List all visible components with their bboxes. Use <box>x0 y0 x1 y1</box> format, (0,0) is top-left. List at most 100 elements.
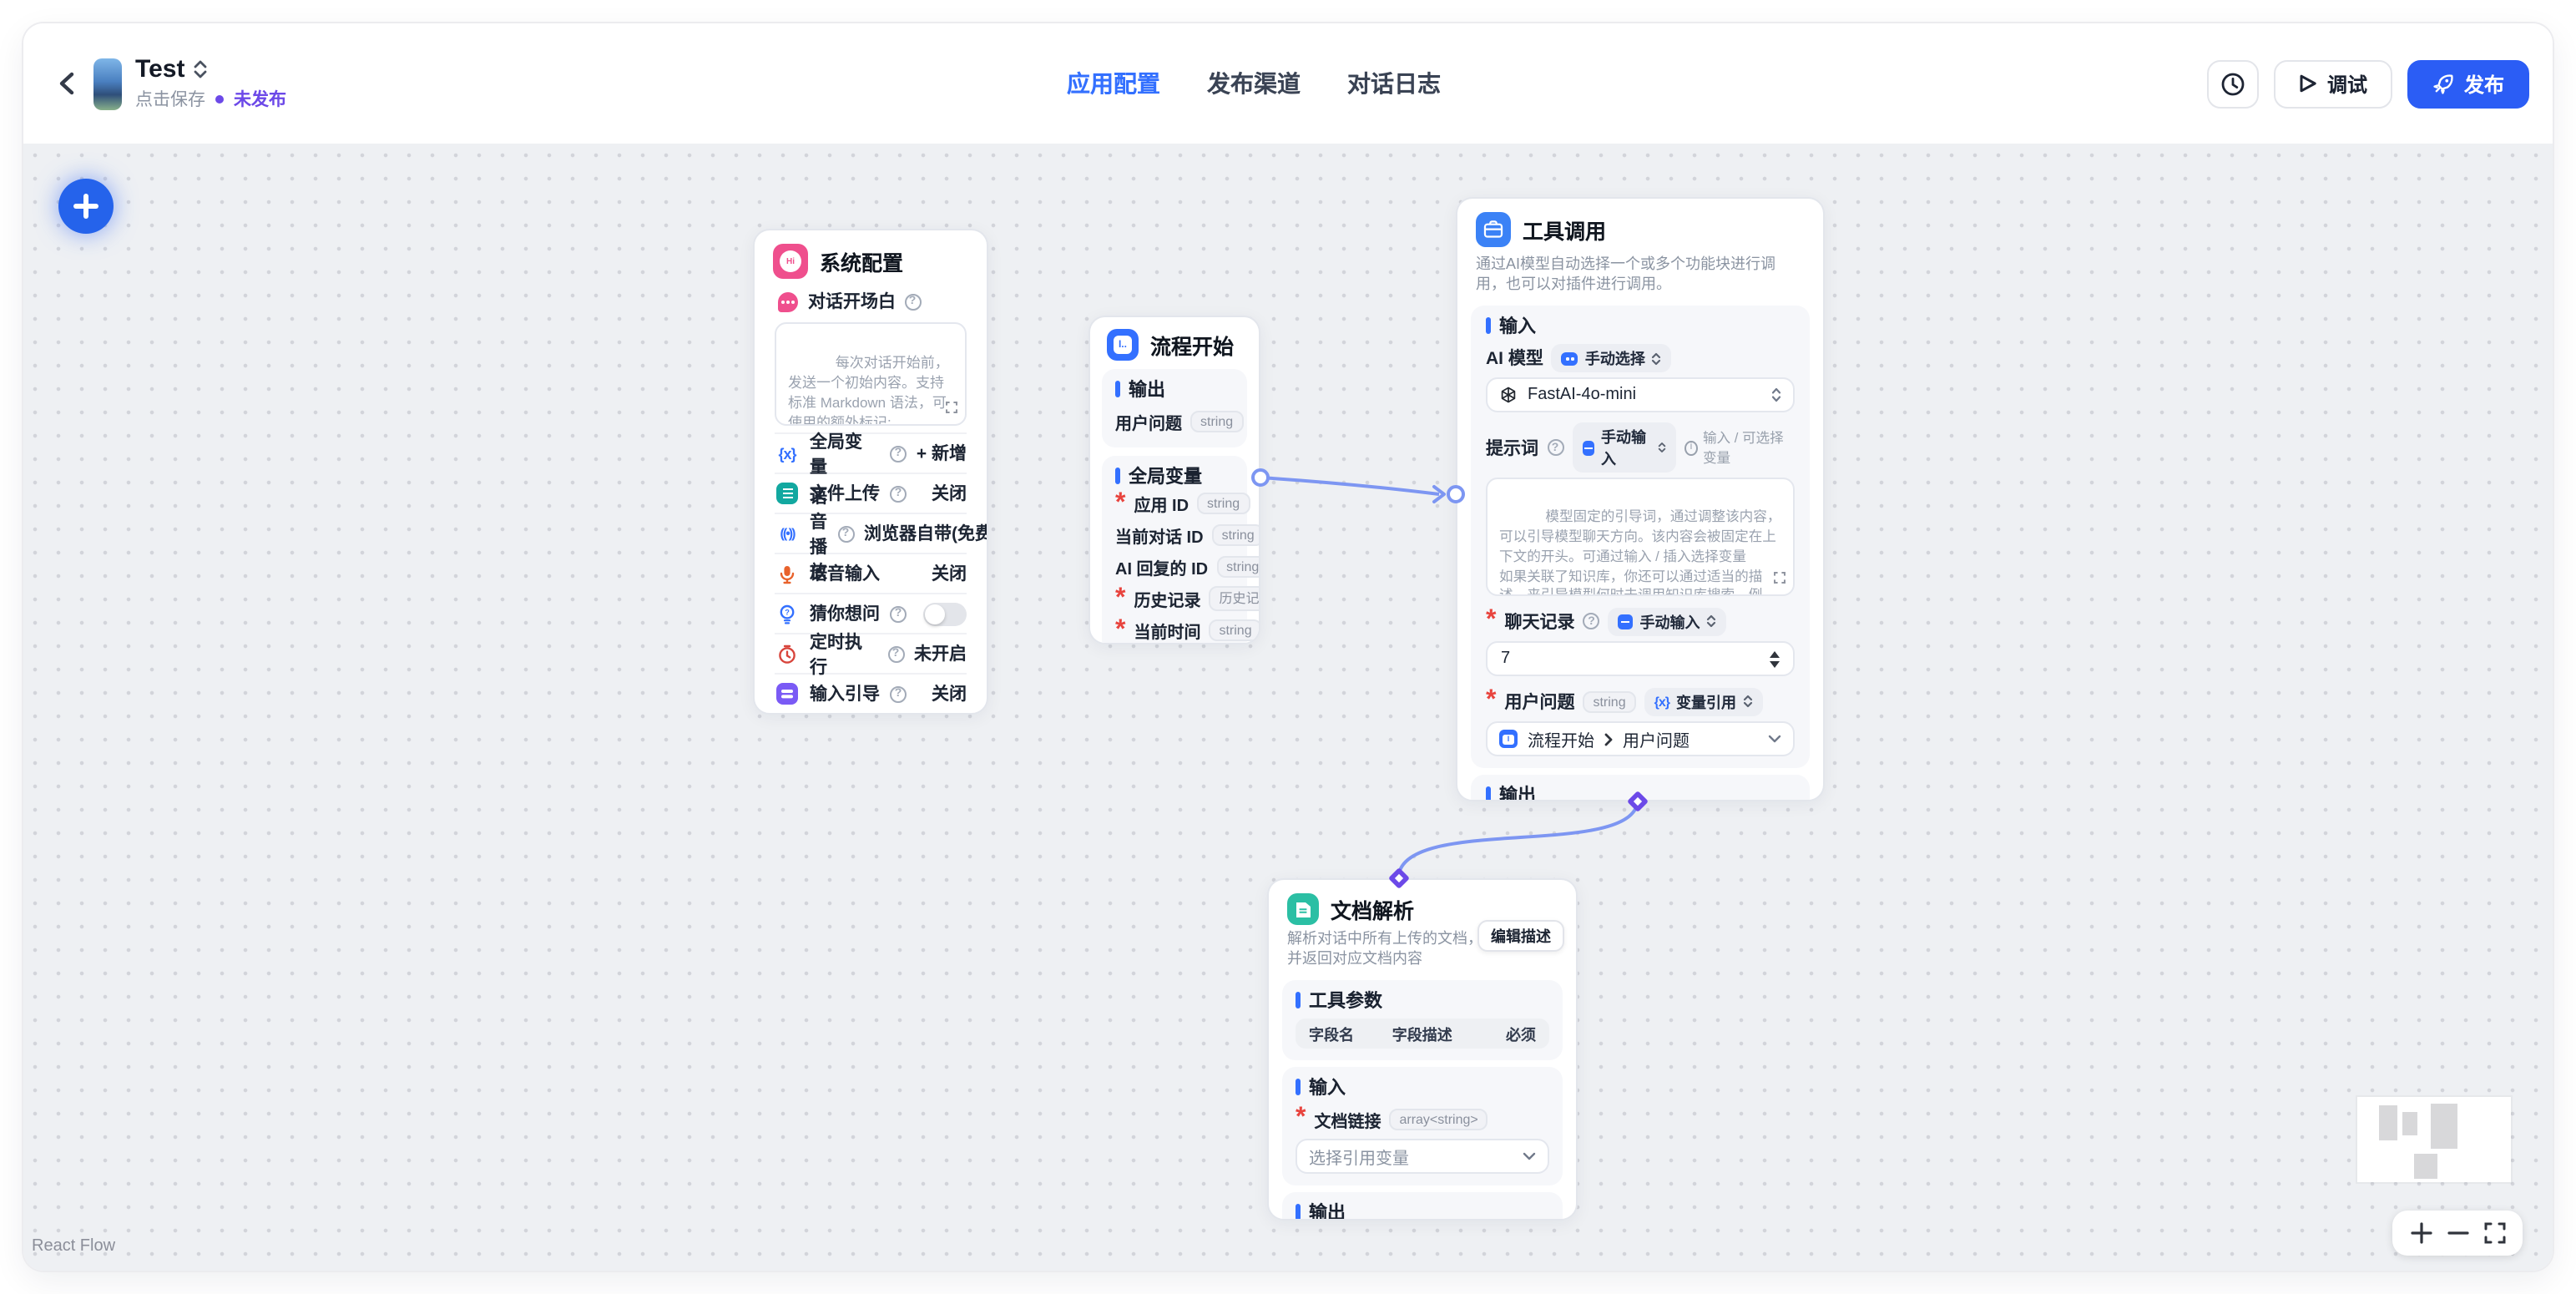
svg-text:?: ? <box>785 608 790 616</box>
variable-hint: 输入 / 可选择变量 <box>1685 428 1795 468</box>
help-icon[interactable] <box>837 525 854 542</box>
row-value: 未开启 <box>914 641 967 666</box>
row-label: 全局变量 <box>810 428 880 478</box>
row-suggested-questions[interactable]: ? 猜你想问 <box>775 593 967 633</box>
timer-icon <box>775 641 800 666</box>
back-button[interactable] <box>50 68 80 99</box>
history-number-input[interactable]: 7 <box>1486 642 1795 677</box>
zoom-in-button[interactable] <box>2410 1222 2432 1244</box>
header-tabs: 应用配置 发布渠道 对话日志 <box>1067 23 1441 144</box>
section-title: 输出 <box>1499 782 1536 801</box>
chevron-down-icon <box>1768 735 1781 744</box>
save-hint[interactable]: 点击保存 <box>135 87 205 112</box>
row-scheduled-run[interactable]: 定时执行 未开启 <box>775 633 967 673</box>
fit-view-button[interactable] <box>2483 1222 2505 1244</box>
model-value: FastAI-4o-mini <box>1528 387 1636 405</box>
row-label: 输入引导 <box>810 681 880 706</box>
rename-chevrons-icon[interactable] <box>193 60 206 78</box>
node-flow-start[interactable]: I.. 流程开始 输出 用户问题 string 全局变量 *应用 IDstrin… <box>1088 316 1260 644</box>
expand-icon[interactable] <box>945 399 958 419</box>
question-mode-label: 变量引用 <box>1676 691 1736 713</box>
step-down-icon <box>1770 661 1780 668</box>
tab-chat-logs[interactable]: 对话日志 <box>1347 67 1441 100</box>
help-icon[interactable] <box>890 605 907 622</box>
type-badge: string <box>1583 691 1635 713</box>
row-voice-play[interactable]: ((•)) 语音播放 浏览器自带(免费) <box>775 513 967 553</box>
debug-label: 调试 <box>2327 69 2367 98</box>
lightbulb-icon: ? <box>775 601 800 626</box>
row-voice-input[interactable]: 语音输入 关闭 <box>775 553 967 593</box>
app-window: Test 点击保存 未发布 应用配置 发布渠道 对话日志 <box>23 23 2553 1271</box>
link-placeholder: 选择引用变量 <box>1309 1145 1409 1170</box>
section-bar <box>1296 1079 1301 1096</box>
add-node-button[interactable] <box>58 179 114 234</box>
row-input-guide[interactable]: 输入引导 关闭 <box>775 673 967 713</box>
opening-textarea[interactable]: 每次对话开始前，发送一个初始内容。支持标准 Markdown 语法，可使用的额外… <box>775 322 967 426</box>
type-badge: string <box>1212 524 1260 546</box>
required-mark: * <box>1115 488 1125 518</box>
number-stepper[interactable] <box>1770 651 1780 668</box>
question-mode-selector[interactable]: {x} 变量引用 <box>1644 688 1763 716</box>
section-bar <box>1296 993 1301 1009</box>
prompt-textarea[interactable]: 模型固定的引导词，通过调整该内容，可以引导模型聊天方向。该内容会被固定在上下文的… <box>1486 478 1795 597</box>
model-mode-selector[interactable]: 手动选择 <box>1552 345 1672 373</box>
row-value: 关闭 <box>932 561 967 586</box>
model-select[interactable]: FastAI-4o-mini <box>1486 378 1795 413</box>
row-file-upload[interactable]: 文件上传 关闭 <box>775 473 967 513</box>
tab-publish-channels[interactable]: 发布渠道 <box>1207 67 1301 100</box>
minimap[interactable] <box>2357 1097 2511 1182</box>
help-icon[interactable] <box>890 445 907 462</box>
link-ref-select[interactable]: 选择引用变量 <box>1296 1140 1549 1175</box>
help-icon[interactable] <box>890 685 907 702</box>
tab-app-config[interactable]: 应用配置 <box>1067 67 1160 100</box>
required-mark: * <box>1486 687 1496 717</box>
manual-input-icon <box>1618 614 1633 629</box>
help-icon[interactable] <box>890 485 907 502</box>
node-doc-parse[interactable]: 文档解析 解析对话中所有上传的文档，并返回对应文档内容 编辑描述 工具参数 字段… <box>1267 878 1578 1221</box>
zoom-out-button[interactable] <box>2447 1222 2468 1244</box>
prompt-mode-selector[interactable]: 手动输入 <box>1572 423 1676 473</box>
prompt-label: 提示词 <box>1486 436 1538 461</box>
flow-start-mini-icon: I <box>1499 730 1518 749</box>
help-icon[interactable] <box>1547 440 1563 457</box>
rocket-icon <box>2432 73 2454 94</box>
edit-description-button[interactable]: 编辑描述 <box>1477 920 1564 952</box>
type-badge: string <box>1209 619 1260 641</box>
var-name: 当前时间 <box>1134 618 1200 643</box>
row-global-vars[interactable]: {x} 全局变量 + 新增 <box>775 432 967 473</box>
help-icon[interactable] <box>904 293 921 310</box>
section-title: 工具参数 <box>1309 988 1382 1014</box>
voice-play-icon: ((•)) <box>775 521 800 546</box>
node-tool-call[interactable]: 工具调用 通过AI模型自动选择一个或多个功能块进行调用，也可以对插件进行调用。 … <box>1456 197 1825 801</box>
manual-input-icon <box>1582 441 1594 456</box>
expand-icon[interactable] <box>1773 570 1786 590</box>
question-ref-select[interactable]: I 流程开始 用户问题 <box>1486 722 1795 757</box>
app-avatar[interactable] <box>93 58 122 109</box>
tool-call-icon <box>1476 212 1511 247</box>
type-badge: string <box>1197 493 1250 514</box>
help-icon[interactable] <box>887 645 904 662</box>
node-system-config[interactable]: Hi 系统配置 对话开场白 每次对话开始前，发送一个初始内容。支持标准 Mark… <box>753 229 988 715</box>
question-label: 用户问题 <box>1504 690 1574 715</box>
col-field-name: 字段名 <box>1309 1024 1392 1045</box>
flow-canvas[interactable]: Hi 系统配置 对话开场白 每次对话开始前，发送一个初始内容。支持标准 Mark… <box>23 144 2553 1271</box>
chevron-down-icon <box>1523 1153 1536 1161</box>
suggested-questions-toggle[interactable] <box>923 602 967 625</box>
row-value: 关闭 <box>932 481 967 506</box>
var-name: AI 回复的 ID <box>1115 554 1208 579</box>
publish-button[interactable]: 发布 <box>2407 59 2529 108</box>
required-mark: * <box>1486 607 1496 637</box>
help-icon[interactable] <box>1583 614 1599 630</box>
required-mark: * <box>1115 584 1125 614</box>
history-mode-selector[interactable]: 手动输入 <box>1608 608 1726 636</box>
section-bar <box>1115 381 1120 397</box>
required-mark: * <box>1115 615 1125 644</box>
microphone-icon <box>775 561 800 586</box>
debug-button[interactable]: 调试 <box>2274 59 2392 108</box>
row-label: 语音输入 <box>810 561 880 586</box>
chevron-right-icon <box>1604 733 1613 746</box>
ref-field-name: 用户问题 <box>1623 727 1690 752</box>
history-button[interactable] <box>2207 59 2259 108</box>
header-actions: 调试 发布 <box>2207 59 2529 108</box>
add-variable-button[interactable]: + 新增 <box>917 441 967 466</box>
